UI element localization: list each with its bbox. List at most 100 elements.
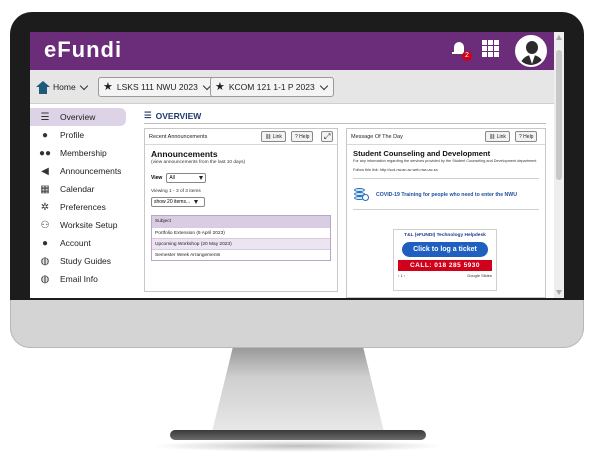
stand-shadow: [150, 440, 446, 452]
chevron-down-icon: [194, 200, 199, 204]
sidebar-item-label: Study Guides: [60, 256, 112, 266]
slides-label: Google Slides: [467, 273, 492, 278]
scrollbar[interactable]: [554, 32, 564, 298]
sitemap-icon: ⚇: [40, 219, 50, 231]
avatar[interactable]: [515, 35, 547, 67]
site-tab-label: KCOM 121 1-1 P 2023: [228, 82, 315, 92]
sidebar-item-preferences[interactable]: ✲ Preferences: [30, 198, 132, 216]
slides-nav[interactable]: ‹ 1 ›: [398, 273, 405, 278]
home-icon: [36, 80, 50, 94]
panel-header-title: Message Of The Day: [351, 133, 403, 140]
link-button[interactable]: ⛓ Link: [261, 131, 286, 142]
motd-subtitle: For any information regarding the servic…: [353, 159, 537, 163]
divider: [353, 177, 539, 179]
table-row[interactable]: Portfolio Extension (9 April 2023): [152, 227, 330, 238]
helpdesk-card: T&L (eFUNDI) Technology Helpdesk Click t…: [393, 229, 497, 291]
sidebar-item-profile[interactable]: ● Profile: [30, 126, 132, 144]
sidebar-item-label: Worksite Setup: [60, 220, 118, 230]
monitor-base: [170, 430, 426, 440]
sidebar-item-calendar[interactable]: ▦ Calendar: [30, 180, 132, 198]
sidebar-item-label: Announcements: [60, 166, 122, 176]
link-button[interactable]: ⛓ Link: [485, 131, 510, 142]
apps-grid-icon[interactable]: [482, 40, 499, 57]
panel-header-title: Recent Announcements: [149, 133, 208, 140]
scroll-down-icon[interactable]: [556, 290, 562, 295]
sidebar-item-email-info[interactable]: ◍ Email Info: [30, 270, 132, 288]
monitor-chin: [10, 300, 584, 348]
sidebar-item-account[interactable]: ● Account: [30, 234, 132, 252]
helpdesk-title: T&L (eFUNDI) Technology Helpdesk: [404, 233, 486, 238]
help-button-label: Help: [299, 133, 310, 140]
calendar-icon: ▦: [40, 183, 50, 195]
help-button[interactable]: ? Help: [515, 131, 538, 142]
announcements-title: Announcements: [151, 149, 218, 159]
view-select[interactable]: All: [166, 173, 207, 183]
table-row[interactable]: Semester Week Arrangements: [152, 249, 330, 260]
screen: eFundi 2 Home ★ LSKS 111 NWU 2023 ★ KCOM…: [30, 32, 564, 298]
motd-link[interactable]: Follow this link: http://scd-nw.an.ac.we…: [353, 168, 539, 172]
sidebar-item-label: Membership: [60, 148, 107, 158]
panel-header: Message Of The Day ⛓ Link ? Help: [347, 129, 545, 145]
megaphone-icon: ◀: [41, 165, 49, 177]
sidebar-item-worksite-setup[interactable]: ⚇ Worksite Setup: [30, 216, 132, 234]
help-button[interactable]: ? Help: [291, 131, 314, 142]
page-title-text: OVERVIEW: [155, 110, 202, 121]
group-icon: ●●: [38, 147, 52, 159]
motd-panel: Message Of The Day ⛓ Link ? Help Student…: [346, 128, 546, 298]
page-size-select[interactable]: show 20 items...: [151, 197, 205, 207]
divider: [353, 208, 539, 210]
link-icon: ⛓: [265, 133, 273, 140]
home-tab[interactable]: Home: [36, 77, 89, 97]
slides-page: 1: [400, 273, 403, 278]
viewing-count: Viewing 1 - 3 of 3 items: [151, 189, 201, 194]
log-ticket-button[interactable]: Click to log a ticket: [402, 242, 488, 257]
motd-title: Student Counseling and Development: [353, 149, 491, 158]
help-button-label: Help: [523, 133, 534, 140]
site-nav-bar: Home ★ LSKS 111 NWU 2023 ★ KCOM 121 1-1 …: [30, 70, 554, 104]
sidebar-item-announcements[interactable]: ◀ Announcements: [30, 162, 132, 180]
tool-sidebar: ☰ Overview ● Profile ●● Membership ◀ Ann…: [30, 104, 132, 298]
sidebar-item-membership[interactable]: ●● Membership: [30, 144, 132, 162]
sidebar-item-label: Calendar: [60, 184, 95, 194]
panel-header: Recent Announcements ⛓ Link ? Help ⤢: [145, 129, 337, 145]
view-label: View: [151, 175, 163, 181]
scrollbar-thumb[interactable]: [556, 50, 562, 180]
sidebar-item-overview[interactable]: ☰ Overview: [30, 108, 126, 126]
sidebar-item-label: Profile: [60, 130, 85, 140]
covid-training-link[interactable]: COVID-19 Training for people who need to…: [353, 187, 539, 203]
star-icon: ★: [215, 80, 225, 93]
sidebar-item-label: Preferences: [60, 202, 106, 212]
site-tab-kcom[interactable]: ★ KCOM 121 1-1 P 2023: [210, 77, 334, 97]
star-icon: ★: [103, 80, 113, 93]
sidebar-item-study-guides[interactable]: ◍ Study Guides: [30, 252, 132, 270]
user-icon: ●: [41, 129, 49, 141]
link-button-label: Link: [496, 133, 506, 140]
link-button-label: Link: [272, 133, 282, 140]
link-icon: ⛓: [489, 133, 497, 140]
title-divider: [144, 123, 546, 124]
chevron-down-icon: [319, 81, 328, 90]
efundi-logo[interactable]: eFundi: [44, 37, 122, 63]
table-row[interactable]: Upcoming Workshop (20 May 2023): [152, 238, 330, 249]
home-label: Home: [53, 82, 76, 92]
notification-badge: 2: [462, 51, 472, 61]
scroll-up-icon[interactable]: [556, 35, 562, 40]
sidebar-item-label: Account: [60, 238, 91, 248]
table-header-subject: Subject: [152, 216, 330, 227]
site-tab-lsks[interactable]: ★ LSKS 111 NWU 2023: [98, 77, 217, 97]
maximize-icon[interactable]: ⤢: [321, 131, 334, 142]
top-header: eFundi 2: [30, 32, 554, 70]
list-icon: ☰: [144, 110, 152, 120]
announcements-table: Subject Portfolio Extension (9 April 202…: [151, 215, 331, 261]
announcements-panel: Recent Announcements ⛓ Link ? Help ⤢ Ann…: [144, 128, 338, 292]
globe-icon: ◍: [40, 255, 50, 267]
page-title: ☰ OVERVIEW: [144, 110, 201, 121]
list-icon: ☰: [40, 111, 50, 123]
page-size-value: show 20 items...: [154, 199, 191, 205]
site-tab-label: LSKS 111 NWU 2023: [116, 82, 198, 92]
announcements-subtitle: (view announcements from the last 10 day…: [151, 160, 246, 165]
chevron-down-icon: [79, 81, 88, 90]
chevron-down-icon: [199, 176, 204, 180]
monitor-stand: [212, 348, 384, 432]
database-search-icon: [353, 187, 371, 203]
